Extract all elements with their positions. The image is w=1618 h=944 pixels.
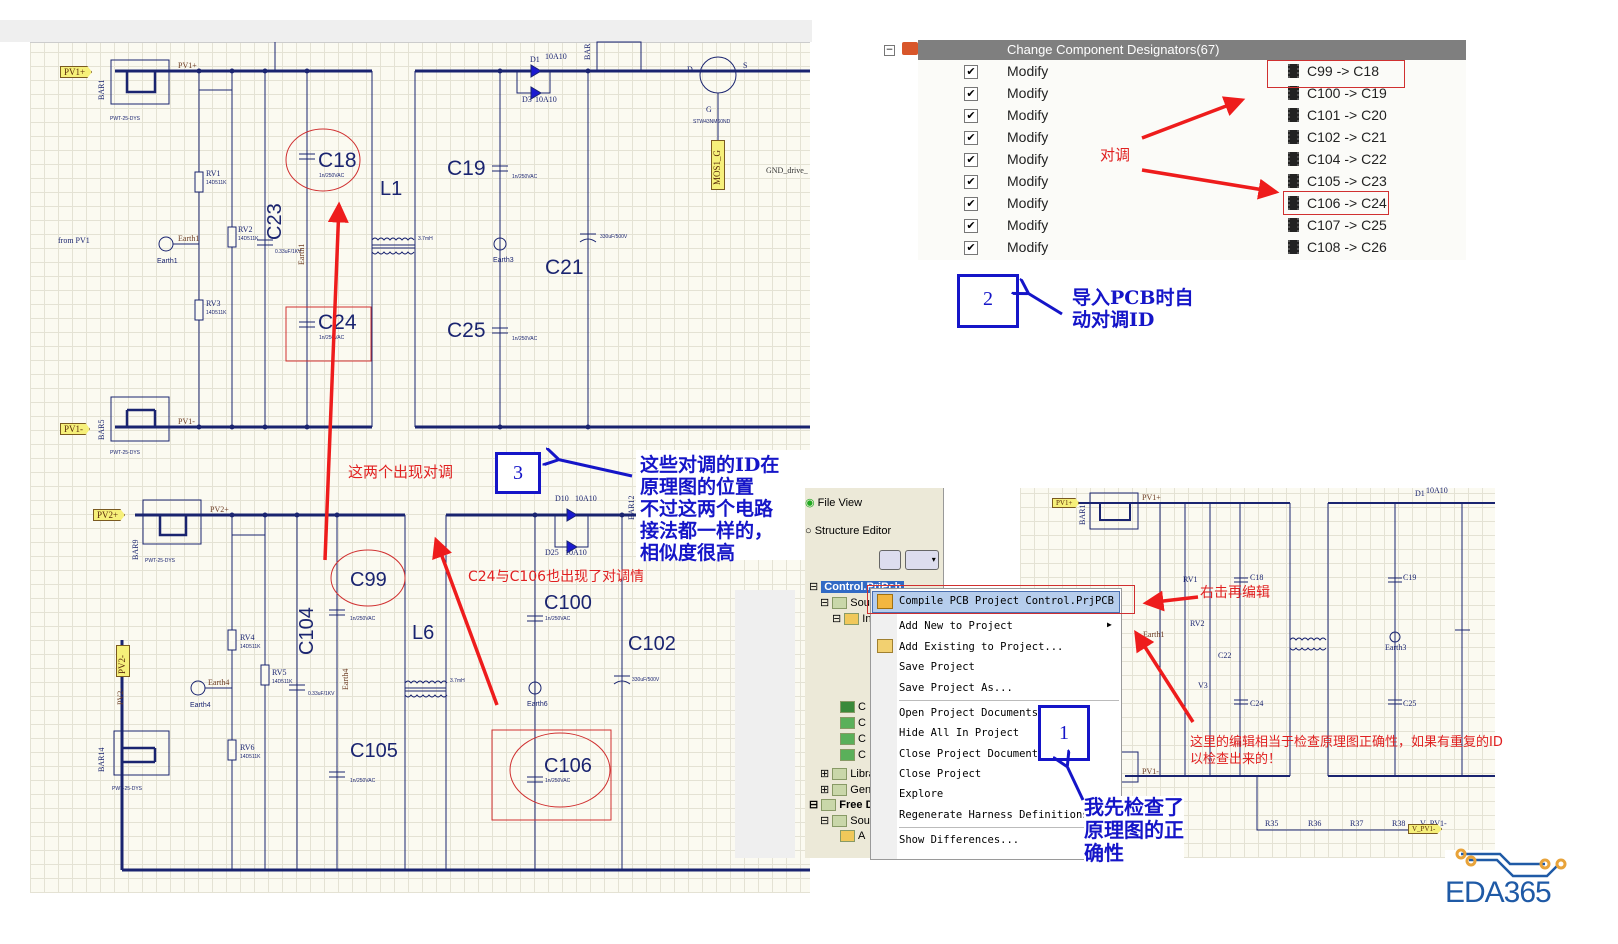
red-arrow-right-click [1142, 590, 1199, 612]
blue-arrow-step1 [1066, 764, 1085, 801]
eda365-logo: EDA365 [1445, 848, 1618, 944]
red-arrow-compile-note [1134, 630, 1195, 723]
red-arrow-swap-2 [1141, 168, 1280, 200]
red-arrow-c99-to-c18 [323, 201, 349, 561]
logo-text: EDA365 [1445, 876, 1552, 909]
red-arrow-swap-1 [1141, 96, 1246, 140]
annotation-arrows [323, 96, 1280, 801]
blue-arrow-step3 [556, 459, 633, 478]
red-arrow-c106-to-c24 [432, 536, 499, 706]
blue-arrow-step2 [1026, 292, 1063, 316]
